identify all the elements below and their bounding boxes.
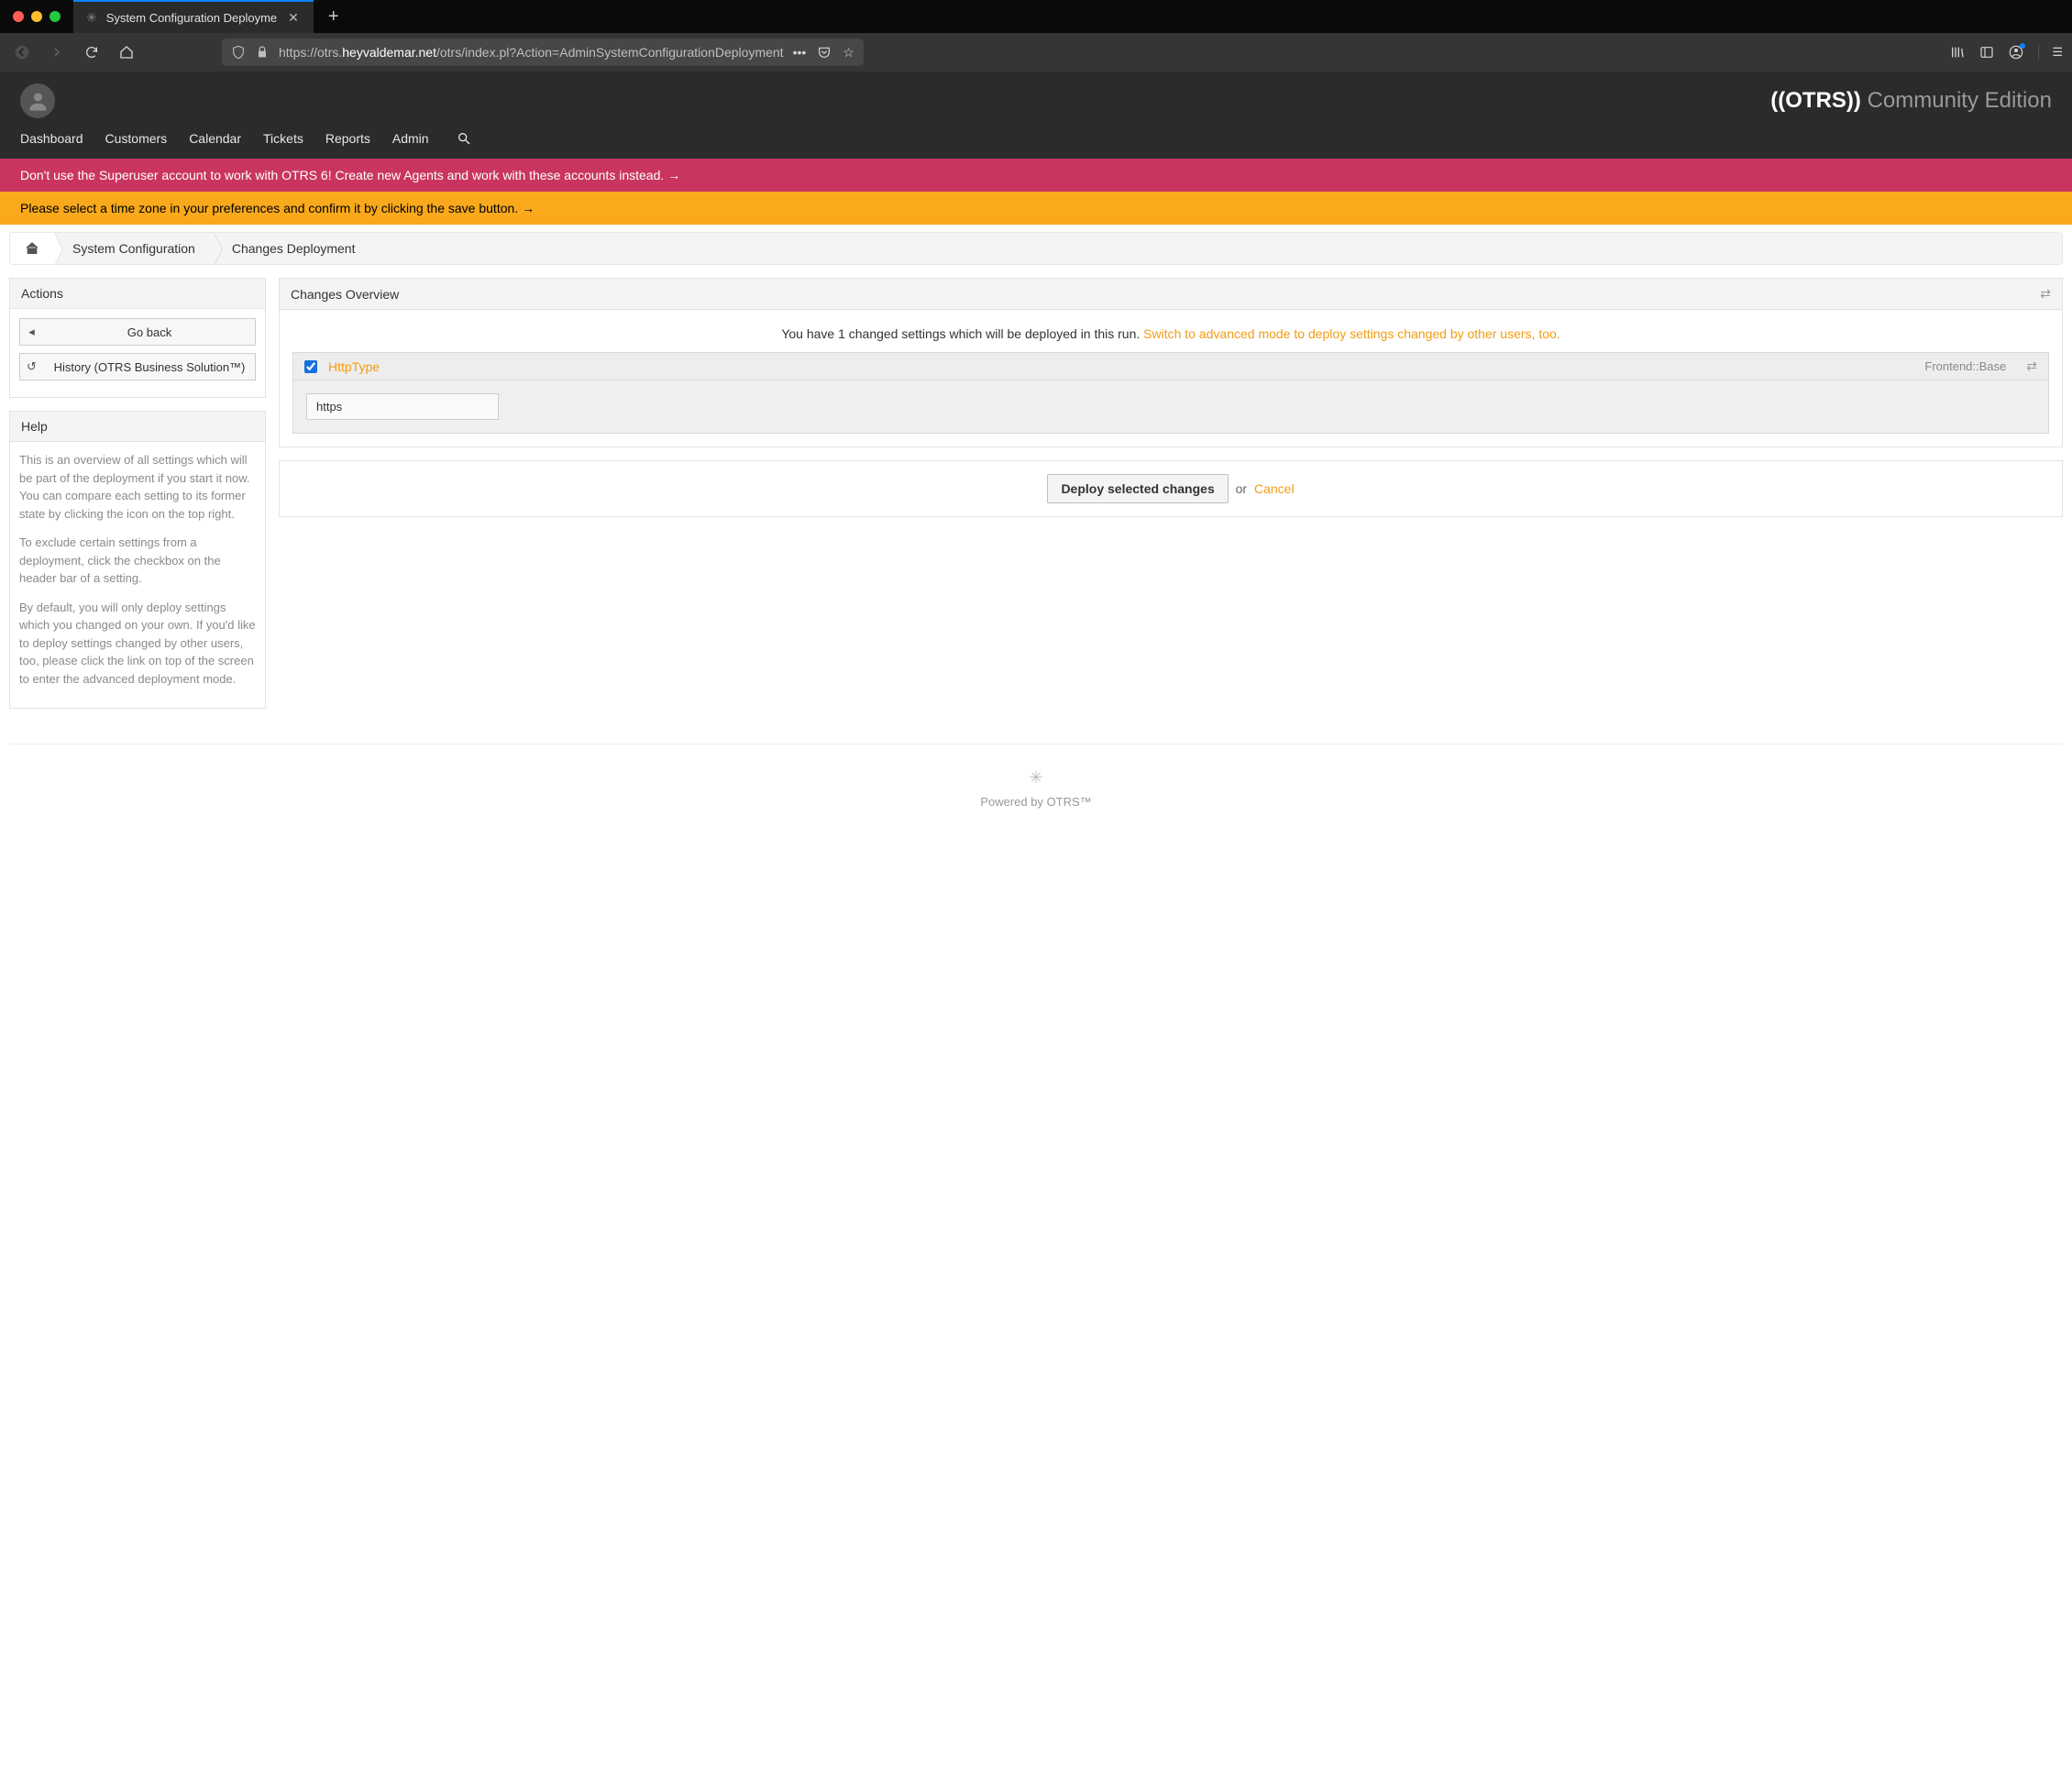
brand-label: ((OTRS)) Community Edition xyxy=(1770,88,2052,114)
arrow-right-icon: → xyxy=(667,168,680,182)
help-panel: Help This is an overview of all settings… xyxy=(9,411,266,709)
alert-superuser-text: Don't use the Superuser account to work … xyxy=(20,168,664,182)
setting-compare-icon[interactable]: ⇄ xyxy=(2026,358,2037,374)
page-actions-icon[interactable]: ••• xyxy=(793,45,807,61)
tab-title: System Configuration Deployme xyxy=(106,11,277,25)
alert-superuser[interactable]: Don't use the Superuser account to work … xyxy=(0,159,2072,192)
alert-timezone[interactable]: Please select a time zone in your prefer… xyxy=(0,192,2072,225)
browser-toolbar: https://otrs.heyvaldemar.net/otrs/index.… xyxy=(0,33,2072,72)
changes-overview-title: Changes Overview xyxy=(291,287,399,302)
lock-icon xyxy=(255,45,270,60)
breadcrumb-sysconfig[interactable]: System Configuration xyxy=(54,233,214,264)
sidebar-icon[interactable] xyxy=(1979,45,1994,60)
deployment-notice: You have 1 changed settings which will b… xyxy=(280,310,2062,352)
setting-name[interactable]: HttpType xyxy=(328,359,380,374)
advanced-mode-link[interactable]: Switch to advanced mode to deploy settin… xyxy=(1143,326,1560,341)
tab-favicon-icon: ✳ xyxy=(86,10,97,26)
main-nav: Dashboard Customers Calendar Tickets Rep… xyxy=(0,119,2072,159)
zoom-window-icon[interactable] xyxy=(50,11,61,22)
address-bar[interactable]: https://otrs.heyvaldemar.net/otrs/index.… xyxy=(222,39,864,66)
nav-reports[interactable]: Reports xyxy=(325,131,370,146)
nav-customers[interactable]: Customers xyxy=(105,131,168,146)
history-label: History (OTRS Business Solution™) xyxy=(44,360,255,374)
deploy-bar: Deploy selected changes or Cancel xyxy=(279,460,2063,517)
caret-left-icon: ◂ xyxy=(20,325,44,339)
nav-calendar[interactable]: Calendar xyxy=(189,131,241,146)
search-icon[interactable] xyxy=(457,130,471,146)
forward-button[interactable] xyxy=(44,39,70,65)
tab-close-icon[interactable]: ✕ xyxy=(286,10,301,26)
close-window-icon[interactable] xyxy=(13,11,24,22)
window-titlebar: ✳ System Configuration Deployme ✕ + xyxy=(0,0,2072,33)
help-title: Help xyxy=(10,412,265,442)
go-back-label: Go back xyxy=(44,325,255,339)
help-paragraph: This is an overview of all settings whic… xyxy=(19,451,256,523)
alert-timezone-text: Please select a time zone in your prefer… xyxy=(20,201,518,215)
reload-button[interactable] xyxy=(79,39,105,65)
home-icon xyxy=(25,241,39,256)
back-button[interactable] xyxy=(9,39,35,65)
nav-tickets[interactable]: Tickets xyxy=(263,131,303,146)
home-button[interactable] xyxy=(114,39,139,65)
changes-overview-panel: Changes Overview ⇄ You have 1 changed se… xyxy=(279,278,2063,447)
setting-item: HttpType Frontend::Base ⇄ https xyxy=(292,352,2049,434)
go-back-button[interactable]: ◂ Go back xyxy=(19,318,256,346)
help-paragraph: To exclude certain settings from a deplo… xyxy=(19,534,256,588)
setting-include-checkbox[interactable] xyxy=(304,360,317,373)
traffic-lights xyxy=(0,11,73,22)
page-footer: ✳ Powered by OTRS™ xyxy=(9,744,2063,845)
help-paragraph: By default, you will only deploy setting… xyxy=(19,599,256,689)
library-icon[interactable] xyxy=(1950,45,1965,60)
deploy-button[interactable]: Deploy selected changes xyxy=(1047,474,1228,503)
tracking-shield-icon xyxy=(231,45,246,60)
bookmark-star-icon[interactable]: ☆ xyxy=(843,45,854,61)
setting-header: HttpType Frontend::Base ⇄ xyxy=(293,353,2048,380)
cancel-link[interactable]: Cancel xyxy=(1254,481,1295,496)
breadcrumb: System Configuration Changes Deployment xyxy=(9,232,2063,265)
history-button[interactable]: ↺ History (OTRS Business Solution™) xyxy=(19,353,256,380)
footer-logo-icon: ✳ xyxy=(9,768,2063,788)
new-tab-button[interactable]: + xyxy=(314,6,354,28)
app-header: ((OTRS)) Community Edition Dashboard Cus… xyxy=(0,72,2072,159)
pocket-icon[interactable] xyxy=(817,45,832,60)
actions-title: Actions xyxy=(10,279,265,309)
user-avatar[interactable] xyxy=(20,83,55,118)
minimize-window-icon[interactable] xyxy=(31,11,42,22)
arrow-right-icon: → xyxy=(522,201,535,215)
url-text: https://otrs.heyvaldemar.net/otrs/index.… xyxy=(279,45,784,60)
breadcrumb-changes-deployment: Changes Deployment xyxy=(214,233,374,264)
nav-admin[interactable]: Admin xyxy=(392,131,429,146)
notice-text: You have 1 changed settings which will b… xyxy=(781,326,1143,341)
nav-dashboard[interactable]: Dashboard xyxy=(20,131,83,146)
actions-panel: Actions ◂ Go back ↺ History (OTRS Busine… xyxy=(9,278,266,398)
breadcrumb-home[interactable] xyxy=(10,233,54,264)
account-icon[interactable] xyxy=(2009,45,2023,61)
setting-category: Frontend::Base xyxy=(1924,359,2006,373)
browser-tab[interactable]: ✳ System Configuration Deployme ✕ xyxy=(73,0,314,33)
app-menu-icon[interactable]: ☰ xyxy=(2038,45,2063,60)
footer-text: Powered by OTRS™ xyxy=(9,795,2063,809)
or-text: or xyxy=(1236,481,1247,496)
setting-value: https xyxy=(306,393,499,420)
history-icon: ↺ xyxy=(20,359,44,374)
compare-icon[interactable]: ⇄ xyxy=(2040,286,2051,302)
